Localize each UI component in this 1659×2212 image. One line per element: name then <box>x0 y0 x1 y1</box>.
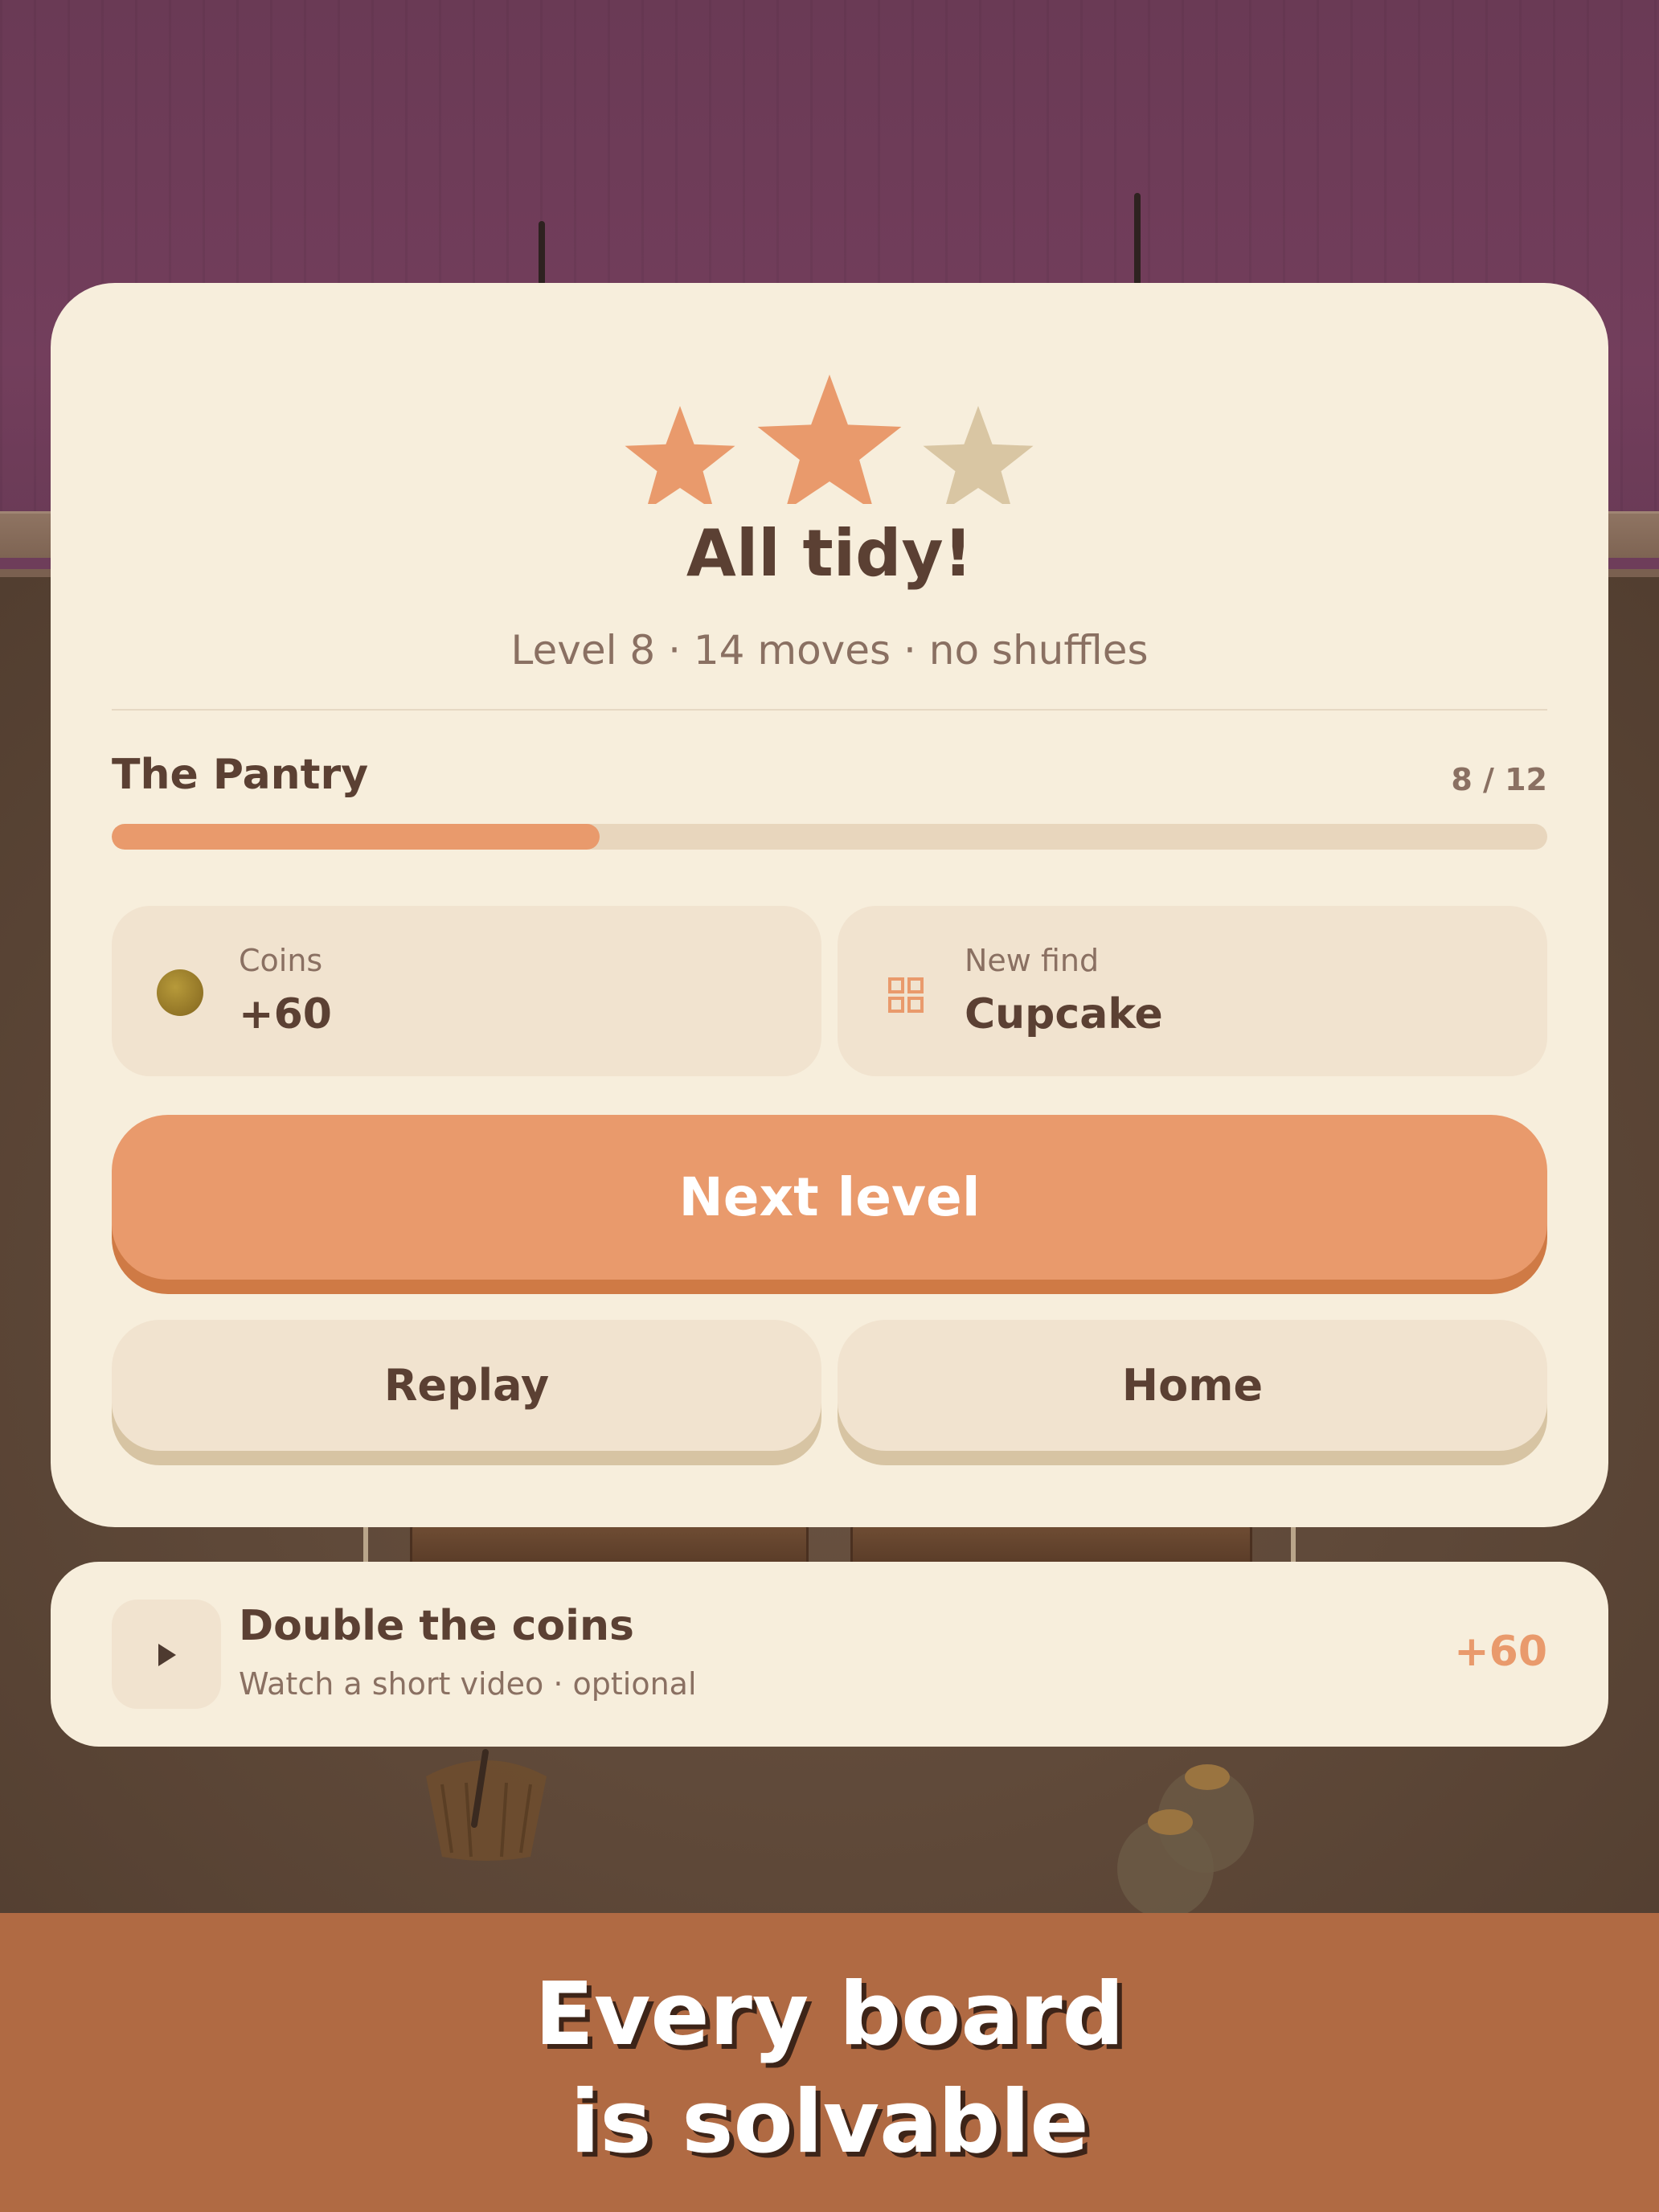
promo-headline: Every board is solvable <box>0 1961 1659 2177</box>
grid-icon <box>888 977 924 1013</box>
new-find-value: Cupcake <box>965 990 1163 1038</box>
result-summary: Level 8 · 14 moves · no shuffles <box>510 627 1149 674</box>
divider <box>112 709 1547 711</box>
area-name: The Pantry <box>112 751 369 799</box>
double-coins-value: +60 <box>1454 1628 1547 1676</box>
star-icon-3 <box>923 406 1034 504</box>
new-find-tile: New find Cupcake <box>838 906 1547 1076</box>
area-progress-fill <box>112 824 600 850</box>
next-level-button[interactable]: Next level <box>112 1115 1547 1280</box>
coins-label: Coins <box>239 943 323 978</box>
rack-leg-right <box>1291 1527 1296 1563</box>
promo-banner: Every board is solvable <box>0 1913 1659 2212</box>
play-video-button[interactable] <box>112 1600 221 1709</box>
play-icon <box>158 1644 176 1666</box>
coins-value: +60 <box>239 990 332 1038</box>
coins-reward-tile: Coins +60 <box>112 906 821 1076</box>
hanging-stick-left <box>539 221 545 285</box>
level-complete-card: All tidy! Level 8 · 14 moves · no shuffl… <box>51 283 1608 1527</box>
cupcake-piece <box>426 1749 547 1861</box>
coin-icon <box>157 969 203 1016</box>
crate-left <box>410 1525 809 1567</box>
hanging-stick-right <box>1134 193 1141 285</box>
double-coins-offer[interactable]: Double the coins Watch a short video · o… <box>51 1562 1608 1747</box>
replay-button[interactable]: Replay <box>112 1320 821 1451</box>
star-icon-2 <box>757 375 902 504</box>
area-level-count: 8 / 12 <box>1451 762 1547 797</box>
crate-right <box>850 1525 1252 1567</box>
result-title: All tidy! <box>686 516 973 591</box>
home-button[interactable]: Home <box>838 1320 1547 1451</box>
star-icon-1 <box>625 406 735 504</box>
jar-pieces <box>1117 1764 1254 1913</box>
area-progress-bar <box>112 824 1547 850</box>
rack-leg-left <box>363 1527 368 1563</box>
new-find-label: New find <box>965 943 1100 978</box>
double-coins-title: Double the coins <box>239 1602 634 1650</box>
promo-line-1: Every board <box>535 1964 1124 2065</box>
promo-line-2: is solvable <box>570 2072 1089 2173</box>
double-coins-subtitle: Watch a short video · optional <box>239 1666 697 1702</box>
star-rating <box>625 375 1034 504</box>
